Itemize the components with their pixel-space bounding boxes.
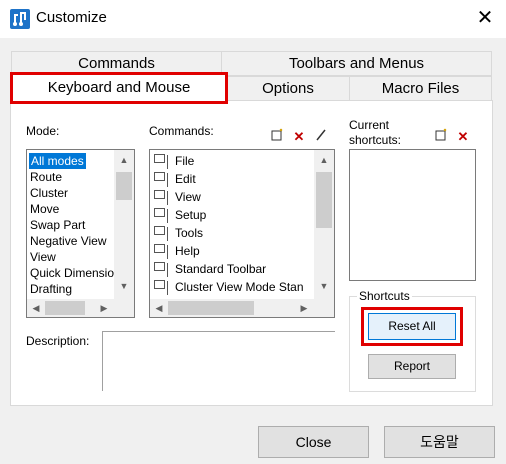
scroll-down-icon[interactable]: ▼ bbox=[316, 278, 332, 294]
command-icon bbox=[154, 208, 165, 217]
list-item[interactable]: Move bbox=[30, 201, 59, 217]
new-icon[interactable] bbox=[432, 128, 450, 146]
command-icon bbox=[154, 172, 165, 181]
report-button[interactable]: Report bbox=[368, 354, 456, 379]
command-icon bbox=[154, 154, 165, 163]
scroll-thumb[interactable] bbox=[45, 301, 85, 315]
mode-horizontal-scrollbar[interactable]: ◀ ▶ bbox=[27, 299, 134, 317]
list-item[interactable]: Cluster bbox=[30, 185, 68, 201]
reset-all-button[interactable]: Reset All bbox=[368, 313, 456, 340]
scroll-left-icon[interactable]: ◀ bbox=[28, 300, 44, 316]
list-item[interactable]: Edit bbox=[175, 171, 196, 187]
tab-macro-files[interactable]: Macro Files bbox=[349, 76, 492, 101]
list-item[interactable]: View bbox=[30, 249, 56, 265]
separator bbox=[167, 281, 168, 295]
shortcuts-group-label: Shortcuts bbox=[357, 289, 412, 303]
rename-icon[interactable] bbox=[312, 128, 330, 146]
delete-icon[interactable]: ✕ bbox=[290, 128, 308, 146]
command-icon bbox=[154, 280, 165, 289]
scroll-left-icon[interactable]: ◀ bbox=[151, 300, 167, 316]
separator bbox=[167, 191, 168, 205]
scroll-thumb[interactable] bbox=[168, 301, 254, 315]
tab-toolbars-and-menus[interactable]: Toolbars and Menus bbox=[221, 51, 492, 76]
scroll-up-icon[interactable]: ▲ bbox=[316, 152, 332, 168]
separator bbox=[167, 227, 168, 241]
close-icon[interactable]: ✕ bbox=[473, 6, 497, 30]
separator bbox=[167, 155, 168, 169]
list-item[interactable]: Tools bbox=[175, 225, 203, 241]
command-icon bbox=[154, 262, 165, 271]
separator bbox=[167, 209, 168, 223]
app-icon bbox=[10, 9, 30, 29]
help-button[interactable]: 도움말 bbox=[384, 426, 495, 458]
current-shortcuts-label: Current shortcuts: bbox=[349, 118, 402, 147]
list-item[interactable]: File bbox=[175, 153, 194, 169]
list-item[interactable]: Route bbox=[30, 169, 62, 185]
close-button[interactable]: Close bbox=[258, 426, 369, 458]
separator bbox=[167, 245, 168, 259]
list-item[interactable]: Help bbox=[175, 243, 200, 259]
description-label: Description: bbox=[26, 334, 90, 348]
delete-icon[interactable]: ✕ bbox=[454, 128, 472, 146]
current-shortcuts-listbox[interactable] bbox=[349, 149, 476, 281]
mode-listbox[interactable]: All modes Route Cluster Move Swap Part N… bbox=[26, 149, 135, 318]
separator bbox=[167, 173, 168, 187]
scroll-down-icon[interactable]: ▼ bbox=[116, 278, 132, 294]
scroll-right-icon[interactable]: ▶ bbox=[296, 300, 312, 316]
scroll-thumb[interactable] bbox=[116, 172, 132, 200]
commands-vertical-scrollbar[interactable]: ▲ ▼ bbox=[314, 150, 334, 299]
commands-label: Commands: bbox=[149, 124, 214, 138]
command-icon bbox=[154, 190, 165, 199]
scroll-thumb[interactable] bbox=[316, 172, 332, 228]
title-bar: Customize ✕ bbox=[0, 0, 506, 38]
tab-options[interactable]: Options bbox=[226, 76, 350, 101]
new-icon[interactable] bbox=[268, 128, 286, 146]
separator bbox=[167, 263, 168, 277]
list-item[interactable]: Standard Toolbar bbox=[175, 261, 266, 277]
scroll-up-icon[interactable]: ▲ bbox=[116, 152, 132, 168]
description-field bbox=[102, 331, 335, 391]
commands-horizontal-scrollbar[interactable]: ◀ ▶ bbox=[150, 299, 334, 317]
scroll-right-icon[interactable]: ▶ bbox=[96, 300, 112, 316]
command-icon bbox=[154, 226, 165, 235]
mode-label: Mode: bbox=[26, 124, 60, 138]
mode-vertical-scrollbar[interactable]: ▲ ▼ bbox=[114, 150, 134, 299]
list-item[interactable]: Quick Dimensio bbox=[30, 265, 114, 281]
commands-listbox[interactable]: File Edit View Setup Tools Help Standard… bbox=[149, 149, 335, 318]
list-item[interactable]: All modes bbox=[29, 153, 86, 169]
list-item[interactable]: View bbox=[175, 189, 201, 205]
command-icon bbox=[154, 244, 165, 253]
list-item[interactable]: Swap Part bbox=[30, 217, 85, 233]
list-item[interactable]: Cluster View Mode Stan bbox=[175, 279, 313, 295]
list-item[interactable]: Negative View bbox=[30, 233, 107, 249]
window-title: Customize bbox=[36, 9, 107, 26]
tab-keyboard-and-mouse[interactable]: Keyboard and Mouse bbox=[10, 72, 228, 104]
list-item[interactable]: Setup bbox=[175, 207, 206, 223]
list-item[interactable]: Drafting bbox=[30, 281, 72, 297]
